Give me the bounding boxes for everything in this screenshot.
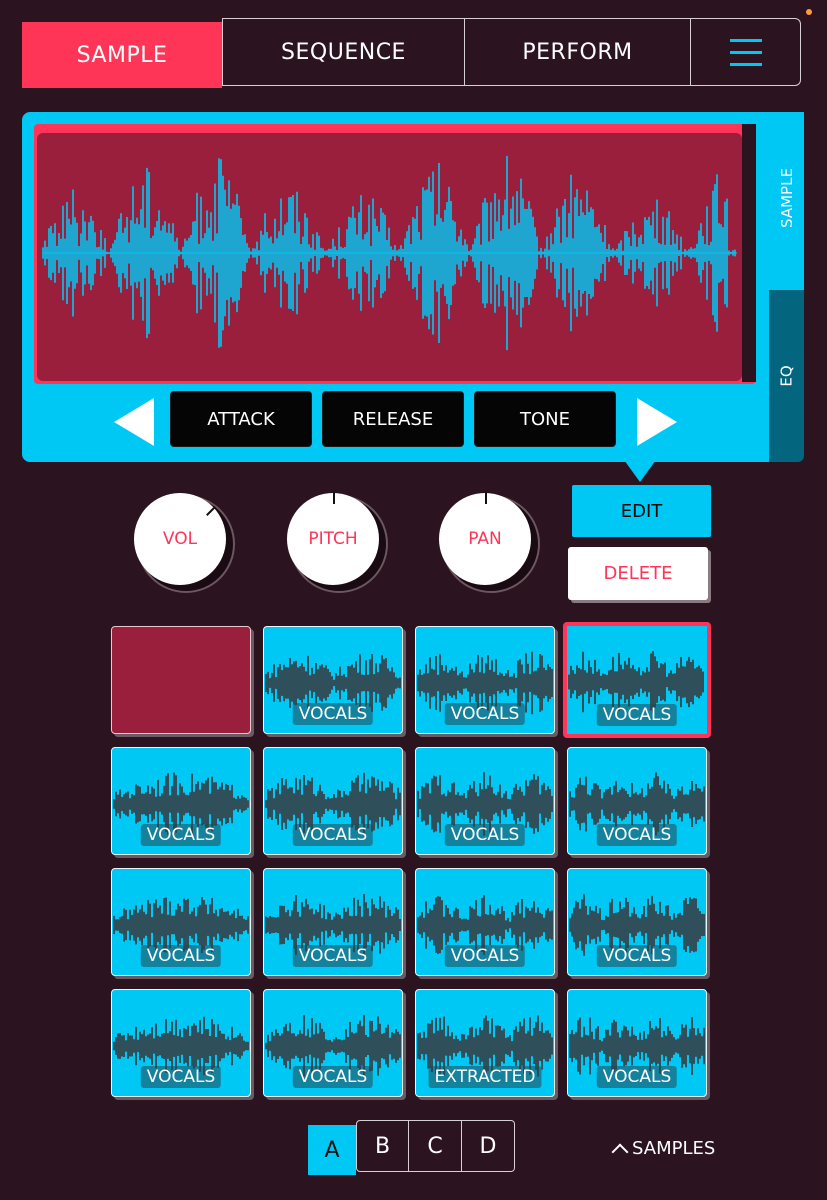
pitch-knob[interactable]: PITCH (287, 493, 379, 585)
tab-perform[interactable]: PERFORM (465, 18, 691, 86)
sample-pad[interactable]: VOCALS (567, 868, 707, 976)
sample-pad[interactable]: VOCALS (567, 989, 707, 1097)
sample-pad[interactable]: VOCALS (263, 989, 403, 1097)
sample-pad[interactable]: VOCALS (263, 626, 403, 734)
pad-label: VOCALS (444, 824, 526, 846)
pad-label: VOCALS (596, 1066, 678, 1088)
pad-label: VOCALS (596, 824, 678, 846)
waveform-display[interactable] (37, 133, 742, 381)
sample-pad[interactable]: VOCALS (111, 989, 251, 1097)
pad-label: VOCALS (292, 945, 374, 967)
pad-empty[interactable] (111, 626, 251, 734)
status-dot (806, 9, 812, 15)
hamburger-icon (729, 36, 762, 68)
samples-link[interactable]: SAMPLES (611, 1138, 716, 1160)
side-tab-eq[interactable]: EQ (769, 290, 804, 462)
pad-label: VOCALS (444, 703, 526, 725)
pad-label: VOCALS (292, 1066, 374, 1088)
pad-label: VOCALS (140, 945, 222, 967)
release-button[interactable]: RELEASE (322, 391, 464, 447)
sample-pad[interactable]: VOCALS (415, 868, 555, 976)
next-arrow-icon[interactable] (637, 398, 677, 446)
pad-label: VOCALS (292, 824, 374, 846)
sample-pad[interactable]: EXTRACTED (415, 989, 555, 1097)
edit-button[interactable]: EDIT (572, 485, 711, 537)
delete-button[interactable]: DELETE (568, 547, 708, 600)
pad-label: VOCALS (444, 945, 526, 967)
bank-b-button[interactable]: B (356, 1120, 409, 1172)
waveform-scroll-edge (742, 124, 756, 382)
pan-indicator (485, 492, 487, 504)
tab-sample[interactable]: SAMPLE (22, 22, 222, 88)
top-tab-bar: SAMPLE SEQUENCE PERFORM (22, 18, 801, 88)
sample-pad[interactable]: VOCALS (567, 747, 707, 855)
pad-label: VOCALS (596, 945, 678, 967)
bank-a-button[interactable]: A (308, 1125, 356, 1175)
tab-sequence[interactable]: SEQUENCE (222, 18, 465, 86)
pad-label: VOCALS (140, 824, 222, 846)
samples-link-label: SAMPLES (632, 1138, 716, 1159)
pan-knob[interactable]: PAN (439, 493, 531, 585)
waveform-graphic (42, 155, 737, 351)
sample-pad[interactable]: VOCALS (415, 626, 555, 734)
sample-pad[interactable]: VOCALS (111, 747, 251, 855)
bank-d-button[interactable]: D (462, 1120, 515, 1172)
panel-pointer (624, 460, 656, 482)
side-tab-sample[interactable]: SAMPLE (769, 112, 804, 284)
bank-c-button[interactable]: C (409, 1120, 462, 1172)
pad-label: EXTRACTED (428, 1066, 542, 1088)
prev-arrow-icon[interactable] (114, 398, 154, 446)
sample-pad[interactable]: VOCALS (415, 747, 555, 855)
pitch-indicator (333, 492, 335, 504)
pad-label: VOCALS (596, 704, 678, 726)
pad-label: VOCALS (292, 703, 374, 725)
pad-label: VOCALS (140, 1066, 222, 1088)
sample-pad[interactable]: VOCALS (563, 622, 711, 738)
tone-button[interactable]: TONE (474, 391, 616, 447)
sample-pad[interactable]: VOCALS (111, 868, 251, 976)
chevron-up-icon (611, 1143, 629, 1160)
sample-pad[interactable]: VOCALS (263, 868, 403, 976)
attack-button[interactable]: ATTACK (170, 391, 312, 447)
menu-button[interactable] (691, 18, 801, 86)
sample-pad[interactable]: VOCALS (263, 747, 403, 855)
